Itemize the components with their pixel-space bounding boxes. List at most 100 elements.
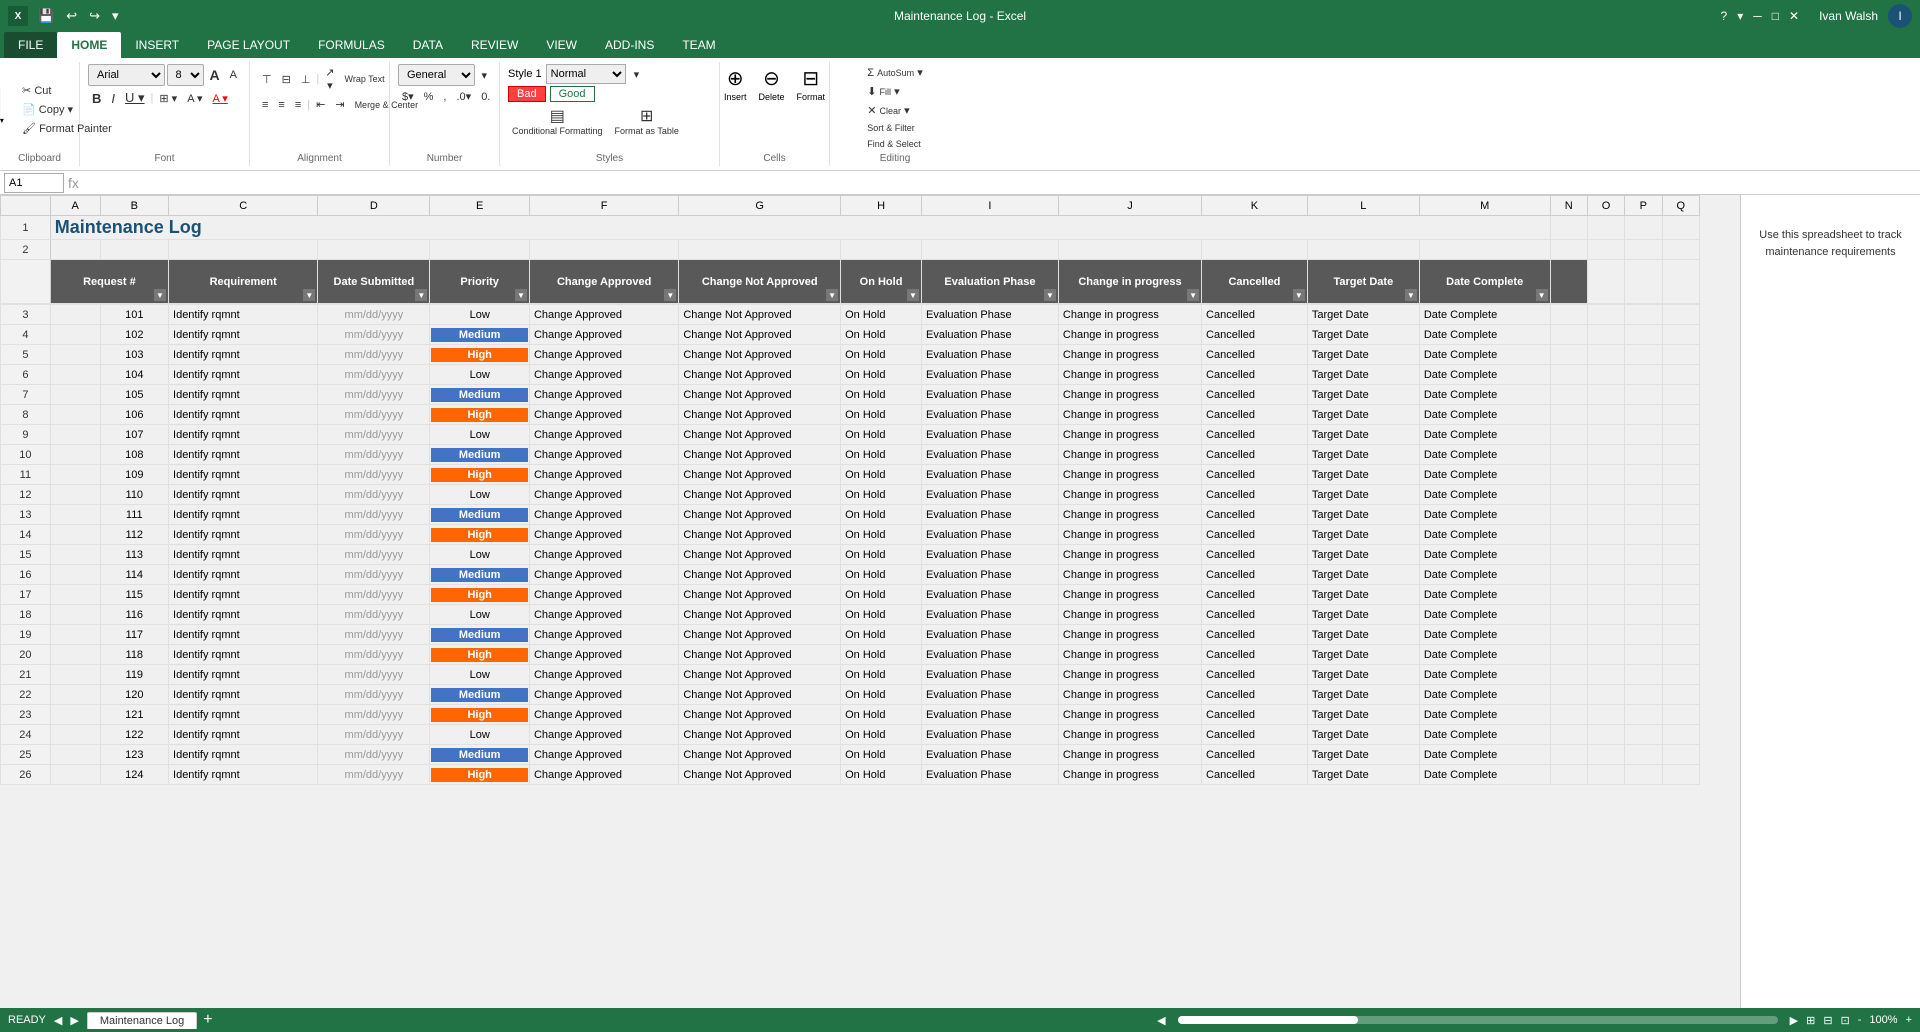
cell-q-15[interactable] bbox=[1662, 545, 1699, 565]
cell-a26[interactable] bbox=[50, 765, 100, 785]
cell-rqmt-21[interactable]: Identify rqmnt bbox=[169, 665, 318, 685]
cell-ep-26[interactable]: Evaluation Phase bbox=[922, 765, 1059, 785]
cell-priority-9[interactable]: Low bbox=[430, 425, 530, 445]
cell-cna-15[interactable]: Change Not Approved bbox=[679, 545, 841, 565]
cell-oh-24[interactable]: On Hold bbox=[841, 725, 922, 745]
cell-date-25[interactable]: mm/dd/yyyy bbox=[318, 745, 430, 765]
col-header-c[interactable]: C bbox=[169, 196, 318, 216]
cell-o-6[interactable] bbox=[1587, 365, 1624, 385]
font-color-button[interactable]: A ▾ bbox=[209, 90, 232, 107]
cell-o-13[interactable] bbox=[1587, 505, 1624, 525]
cell-a24[interactable] bbox=[50, 725, 100, 745]
cell-o-7[interactable] bbox=[1587, 385, 1624, 405]
cell-n-26[interactable] bbox=[1550, 765, 1587, 785]
cell-req-113[interactable]: 113 bbox=[100, 545, 168, 565]
header-eval-phase[interactable]: Evaluation Phase ▼ bbox=[922, 260, 1059, 304]
row-num-18[interactable]: 18 bbox=[1, 605, 51, 625]
cell-dc-23[interactable]: Date Complete bbox=[1419, 705, 1550, 725]
cell-req-121[interactable]: 121 bbox=[100, 705, 168, 725]
cell-date-23[interactable]: mm/dd/yyyy bbox=[318, 705, 430, 725]
autosum-button[interactable]: Σ AutoSum ▾ bbox=[863, 64, 926, 81]
cell-p-12[interactable] bbox=[1625, 485, 1662, 505]
cell-td-24[interactable]: Target Date bbox=[1307, 725, 1419, 745]
cell-n-10[interactable] bbox=[1550, 445, 1587, 465]
cell-can-20[interactable]: Cancelled bbox=[1202, 645, 1308, 665]
cell-dc-16[interactable]: Date Complete bbox=[1419, 565, 1550, 585]
cell-priority-10[interactable]: Medium bbox=[430, 445, 530, 465]
cell-o-18[interactable] bbox=[1587, 605, 1624, 625]
cell-q-6[interactable] bbox=[1662, 365, 1699, 385]
cell-oh-19[interactable]: On Hold bbox=[841, 625, 922, 645]
cell-dc-15[interactable]: Date Complete bbox=[1419, 545, 1550, 565]
cell-oh-10[interactable]: On Hold bbox=[841, 445, 922, 465]
cell-cna-18[interactable]: Change Not Approved bbox=[679, 605, 841, 625]
cell-ca-11[interactable]: Change Approved bbox=[529, 465, 678, 485]
decrease-font-button[interactable]: A bbox=[226, 67, 241, 83]
cell-oh-7[interactable]: On Hold bbox=[841, 385, 922, 405]
cell-oh-22[interactable]: On Hold bbox=[841, 685, 922, 705]
cell-rqmt-26[interactable]: Identify rqmnt bbox=[169, 765, 318, 785]
cell-cna-19[interactable]: Change Not Approved bbox=[679, 625, 841, 645]
cell-p-10[interactable] bbox=[1625, 445, 1662, 465]
cell-date-16[interactable]: mm/dd/yyyy bbox=[318, 565, 430, 585]
cell-td-13[interactable]: Target Date bbox=[1307, 505, 1419, 525]
cell-p-16[interactable] bbox=[1625, 565, 1662, 585]
cell-q-14[interactable] bbox=[1662, 525, 1699, 545]
cell-ca-9[interactable]: Change Approved bbox=[529, 425, 678, 445]
cell-can-26[interactable]: Cancelled bbox=[1202, 765, 1308, 785]
cell-o-24[interactable] bbox=[1587, 725, 1624, 745]
cell-l2[interactable] bbox=[1307, 240, 1419, 260]
cell-f2[interactable] bbox=[529, 240, 678, 260]
cell-n-15[interactable] bbox=[1550, 545, 1587, 565]
cell-td-7[interactable]: Target Date bbox=[1307, 385, 1419, 405]
insert-cells-button[interactable]: ⊕ Insert bbox=[720, 64, 751, 104]
row-num-25[interactable]: 25 bbox=[1, 745, 51, 765]
row-num-8[interactable]: 8 bbox=[1, 405, 51, 425]
cell-n-8[interactable] bbox=[1550, 405, 1587, 425]
cell-cna-17[interactable]: Change Not Approved bbox=[679, 585, 841, 605]
cell-o-4[interactable] bbox=[1587, 325, 1624, 345]
cell-q-11[interactable] bbox=[1662, 465, 1699, 485]
ribbon-toggle[interactable]: ▾ bbox=[1737, 9, 1743, 23]
cell-ca-22[interactable]: Change Approved bbox=[529, 685, 678, 705]
cell-date-12[interactable]: mm/dd/yyyy bbox=[318, 485, 430, 505]
cell-a8[interactable] bbox=[50, 405, 100, 425]
user-avatar[interactable]: I bbox=[1888, 4, 1912, 28]
align-center-button[interactable]: ≡ bbox=[274, 97, 288, 113]
cell-o-14[interactable] bbox=[1587, 525, 1624, 545]
header-requirement[interactable]: Requirement ▼ bbox=[169, 260, 318, 304]
header-target-date[interactable]: Target Date ▼ bbox=[1307, 260, 1419, 304]
cell-cna-9[interactable]: Change Not Approved bbox=[679, 425, 841, 445]
row-num-7[interactable]: 7 bbox=[1, 385, 51, 405]
cell-ep-3[interactable]: Evaluation Phase bbox=[922, 305, 1059, 325]
header-change-not-approved[interactable]: Change Not Approved ▼ bbox=[679, 260, 841, 304]
col-header-k[interactable]: K bbox=[1202, 196, 1308, 216]
header-change-approved[interactable]: Change Approved ▼ bbox=[529, 260, 678, 304]
cell-n-11[interactable] bbox=[1550, 465, 1587, 485]
cell-dc-24[interactable]: Date Complete bbox=[1419, 725, 1550, 745]
cell-rqmt-8[interactable]: Identify rqmnt bbox=[169, 405, 318, 425]
cell-cna-22[interactable]: Change Not Approved bbox=[679, 685, 841, 705]
cell-can-15[interactable]: Cancelled bbox=[1202, 545, 1308, 565]
cell-req-101[interactable]: 101 bbox=[100, 305, 168, 325]
cell-td-9[interactable]: Target Date bbox=[1307, 425, 1419, 445]
cell-a25[interactable] bbox=[50, 745, 100, 765]
font-name-select[interactable]: Arial bbox=[88, 64, 165, 86]
cell-can-24[interactable]: Cancelled bbox=[1202, 725, 1308, 745]
cell-q-22[interactable] bbox=[1662, 685, 1699, 705]
cell-a11[interactable] bbox=[50, 465, 100, 485]
row-num-4[interactable]: 4 bbox=[1, 325, 51, 345]
cell-oh-6[interactable]: On Hold bbox=[841, 365, 922, 385]
cell-n-22[interactable] bbox=[1550, 685, 1587, 705]
cell-rqmt-23[interactable]: Identify rqmnt bbox=[169, 705, 318, 725]
cell-o-21[interactable] bbox=[1587, 665, 1624, 685]
conditional-formatting-button[interactable]: ▤ Conditional Formatting bbox=[508, 104, 607, 138]
cell-priority-24[interactable]: Low bbox=[430, 725, 530, 745]
cell-date-15[interactable]: mm/dd/yyyy bbox=[318, 545, 430, 565]
cell-c2[interactable] bbox=[169, 240, 318, 260]
cell-priority-15[interactable]: Low bbox=[430, 545, 530, 565]
col-header-b[interactable]: B bbox=[100, 196, 168, 216]
cell-rqmt-25[interactable]: Identify rqmnt bbox=[169, 745, 318, 765]
increase-decimal-button[interactable]: .0▾ bbox=[452, 88, 475, 105]
cell-can-13[interactable]: Cancelled bbox=[1202, 505, 1308, 525]
